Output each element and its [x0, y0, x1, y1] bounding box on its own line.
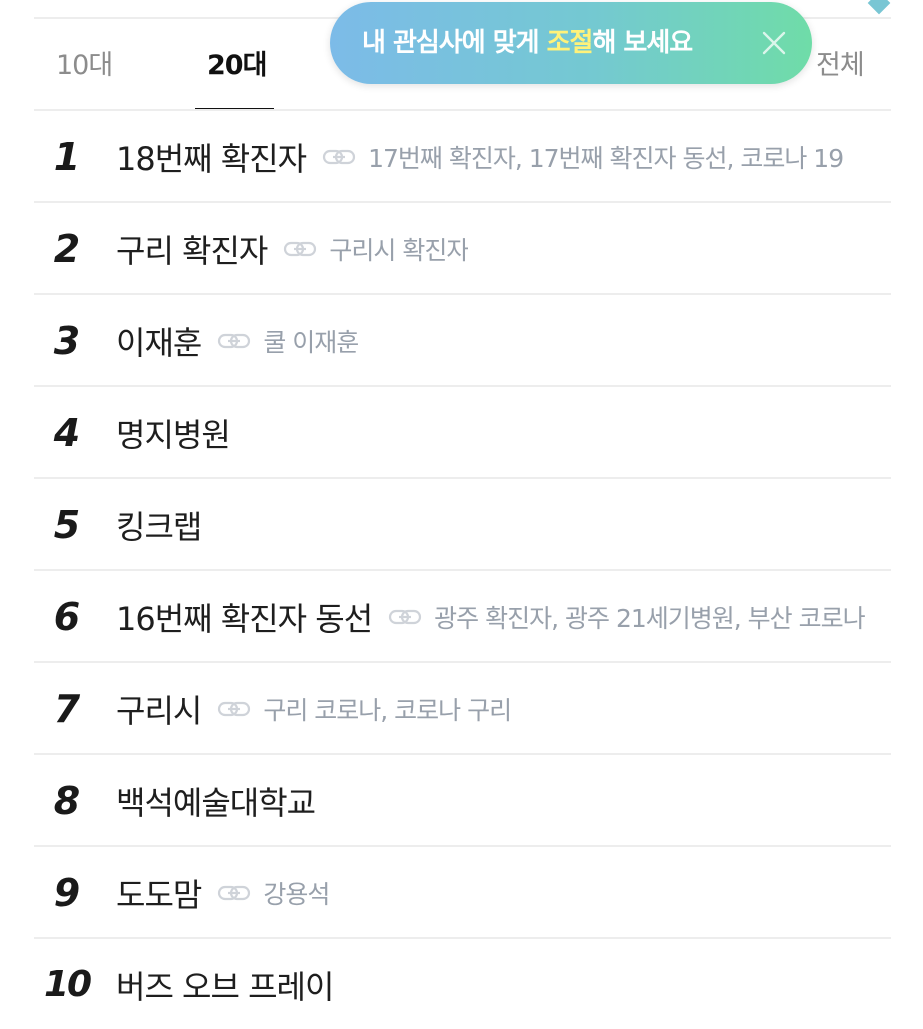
tooltip-text-before: 내 관심사에 맞게: [362, 28, 547, 58]
rank-number: 6: [53, 595, 81, 639]
ranking-content: 구리 확진자 구리시 확진자: [116, 203, 879, 295]
ranking-row[interactable]: 1 18번째 확진자 17번째 확진자, 17번째 확진자 동선, 코로나 19: [34, 111, 891, 203]
rank-number: 8: [53, 779, 81, 823]
link-icon: [217, 331, 251, 351]
ranking-content: 이재훈 쿨 이재훈: [116, 295, 879, 387]
keyword-link[interactable]: 이재훈: [116, 318, 202, 364]
rank-number: 3: [53, 319, 81, 363]
keyword-link[interactable]: 버즈 오브 프레이: [116, 962, 334, 1008]
ranking-row[interactable]: 3 이재훈 쿨 이재훈: [34, 295, 891, 387]
link-icon: [217, 883, 251, 903]
related-keywords[interactable]: 구리 코로나, 코로나 구리: [263, 691, 511, 727]
tooltip-highlight: 조절: [546, 28, 594, 58]
keyword-link[interactable]: 도도맘: [116, 870, 202, 916]
link-icon: [217, 699, 251, 719]
ranking-content: 18번째 확진자 17번째 확진자, 17번째 확진자 동선, 코로나 19: [116, 111, 879, 203]
tooltip-text-after: 해 보세요: [592, 28, 693, 58]
tooltip-pointer: [867, 0, 891, 15]
rank-number: 2: [53, 227, 81, 271]
link-icon: [322, 147, 356, 167]
rank-number: 4: [53, 411, 81, 455]
rank-number: 1: [53, 135, 81, 179]
ranking-list: 1 18번째 확진자 17번째 확진자, 17번째 확진자 동선, 코로나 19 2 구…: [34, 111, 891, 1029]
close-icon[interactable]: [760, 29, 788, 57]
ranking-content: 버즈 오브 프레이: [116, 939, 879, 1029]
ranking-row[interactable]: 7 구리시 구리 코로나, 코로나 구리: [34, 663, 891, 755]
keyword-link[interactable]: 구리시: [116, 686, 202, 732]
keyword-link[interactable]: 16번째 확진자 동선: [116, 594, 373, 640]
ranking-row[interactable]: 5 킹크랩: [34, 479, 891, 571]
customize-tooltip: 내 관심사에 맞게 조절해 보세요: [330, 0, 891, 84]
keyword-link[interactable]: 킹크랩: [116, 502, 202, 548]
keyword-link[interactable]: 백석예술대학교: [116, 778, 316, 824]
rank-number: 10: [43, 964, 92, 1005]
related-keywords[interactable]: 쿨 이재훈: [263, 323, 358, 359]
related-keywords[interactable]: 17번째 확진자, 17번째 확진자 동선, 코로나 19: [368, 139, 843, 175]
ranking-content: 16번째 확진자 동선 광주 확진자, 광주 21세기병원, 부산 코로나: [116, 571, 879, 663]
tooltip-message: 내 관심사에 맞게 조절해 보세요: [362, 2, 693, 84]
keyword-link[interactable]: 구리 확진자: [116, 226, 268, 272]
ranking-row[interactable]: 9 도도맘 강용석: [34, 847, 891, 939]
rank-number: 7: [53, 687, 81, 731]
ranking-content: 백석예술대학교: [116, 755, 879, 847]
ranking-content: 구리시 구리 코로나, 코로나 구리: [116, 663, 879, 755]
link-icon: [388, 607, 422, 627]
ranking-row[interactable]: 2 구리 확진자 구리시 확진자: [34, 203, 891, 295]
ranking-content: 킹크랩: [116, 479, 879, 571]
ranking-row[interactable]: 10 버즈 오브 프레이: [34, 939, 891, 1029]
tab-all[interactable]: 전체: [816, 20, 865, 112]
ranking-row[interactable]: 6 16번째 확진자 동선 광주 확진자, 광주 21세기병원, 부산 코로나: [34, 571, 891, 663]
tab-20s[interactable]: 20대: [207, 20, 267, 112]
ranking-row[interactable]: 8 백석예술대학교: [34, 755, 891, 847]
keyword-link[interactable]: 18번째 확진자: [116, 134, 307, 180]
ranking-row[interactable]: 4 명지병원: [34, 387, 891, 479]
ranking-content: 도도맘 강용석: [116, 847, 879, 939]
rank-number: 9: [53, 871, 81, 915]
rank-number: 5: [53, 503, 81, 547]
related-keywords[interactable]: 강용석: [263, 875, 329, 911]
keyword-link[interactable]: 명지병원: [116, 410, 231, 456]
related-keywords[interactable]: 광주 확진자, 광주 21세기병원, 부산 코로나: [434, 599, 864, 635]
ranking-content: 명지병원: [116, 387, 879, 479]
link-icon: [283, 239, 317, 259]
related-keywords[interactable]: 구리시 확진자: [329, 231, 468, 267]
tab-10s[interactable]: 10대: [56, 20, 113, 112]
